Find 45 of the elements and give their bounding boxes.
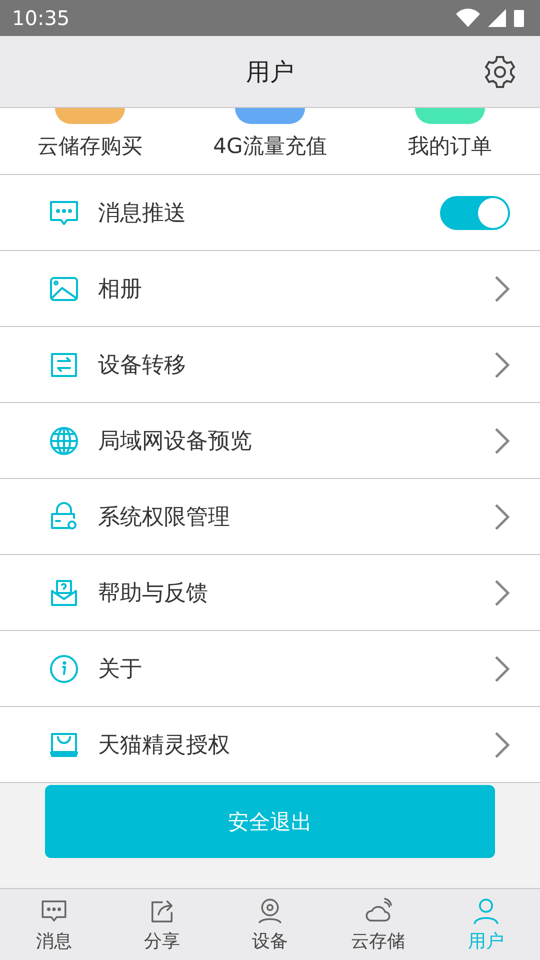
shortcut-label[interactable]: 我的订单: [408, 132, 492, 160]
status-time: 10:35: [12, 6, 70, 30]
settings-icon[interactable]: [482, 54, 518, 90]
chevron-icon: [494, 274, 510, 302]
shortcut-icon[interactable]: [235, 108, 305, 124]
chevron-icon: [494, 350, 510, 378]
shortcut-icon[interactable]: [55, 108, 125, 124]
menu-row[interactable]: 设备转移: [0, 327, 540, 403]
menu-label: 帮助与反馈: [98, 580, 209, 608]
chevron-icon: [494, 502, 510, 530]
cloud-icon: [364, 896, 392, 924]
toggle-switch[interactable]: [440, 196, 510, 230]
chevron-icon: [494, 426, 510, 454]
menu-row[interactable]: 帮助与反馈: [0, 555, 540, 631]
menu-label: 关于: [98, 656, 143, 684]
menu-label: 相册: [98, 276, 143, 304]
globe-icon: [48, 424, 80, 456]
menu-row[interactable]: 局域网设备预览: [0, 403, 540, 479]
webcam-icon: [256, 896, 284, 924]
shortcut-label[interactable]: 4G流量充值: [213, 132, 327, 160]
menu-label: 消息推送: [98, 200, 187, 228]
user-icon: [472, 896, 500, 924]
chevron-icon: [494, 730, 510, 758]
nav-tab[interactable]: 消息: [0, 889, 108, 960]
menu-label: 天猫精灵授权: [98, 732, 231, 760]
wifi-icon: [456, 8, 480, 28]
chevron-icon: [494, 654, 510, 682]
info-icon: [48, 652, 80, 684]
signal-icon: [488, 8, 506, 28]
shortcut-label[interactable]: 云储存购买: [38, 132, 142, 160]
menu-row[interactable]: 系统权限管理: [0, 479, 540, 555]
menu-row[interactable]: 关于: [0, 631, 540, 707]
menu-row[interactable]: 相册: [0, 251, 540, 327]
battery-icon: [514, 8, 524, 28]
shortcut-icon[interactable]: [415, 108, 485, 124]
menu-row[interactable]: 消息推送: [0, 175, 540, 251]
menu-label: 设备转移: [98, 352, 187, 380]
nav-tab[interactable]: 云存储: [324, 889, 432, 960]
chevron-icon: [494, 578, 510, 606]
nav-tab[interactable]: 设备: [216, 889, 324, 960]
menu-label: 系统权限管理: [98, 504, 231, 532]
menu-row[interactable]: 天猫精灵授权: [0, 707, 540, 783]
page-title: 用户: [246, 56, 294, 88]
nav-tab[interactable]: 分享: [108, 889, 216, 960]
menu-label: 局域网设备预览: [98, 428, 253, 456]
